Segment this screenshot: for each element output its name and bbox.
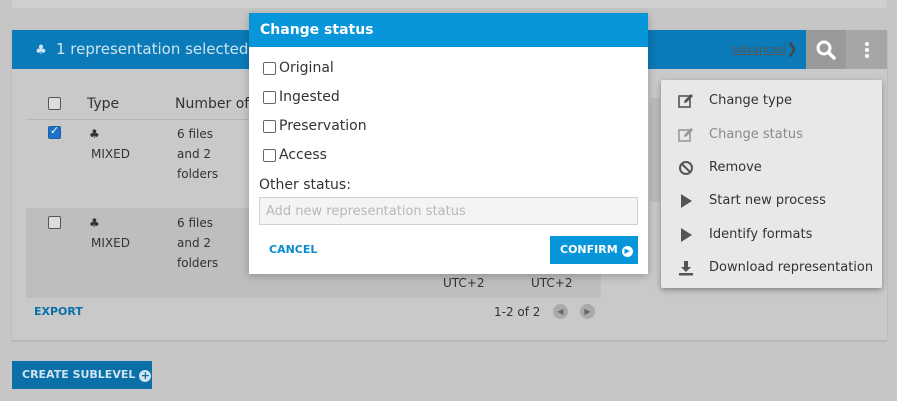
download-icon xyxy=(678,260,694,276)
row-2-files-line-2: and 2 xyxy=(177,236,212,250)
status-option-ingested[interactable]: Ingested xyxy=(263,88,340,106)
plus-circle-icon: + xyxy=(139,369,152,382)
chevron-down-icon[interactable]: ❯ xyxy=(782,30,802,69)
confirm-button[interactable]: CONFIRM ▶ xyxy=(550,236,638,264)
actions-menu: Change type Change status Remove Start n… xyxy=(661,80,882,288)
menu-item-change-status[interactable]: Change status xyxy=(661,118,882,151)
status-checkbox[interactable] xyxy=(263,61,276,75)
more-actions-button[interactable] xyxy=(846,30,887,69)
create-sublevel-button[interactable]: CREATE SUBLEVEL + xyxy=(12,361,152,389)
status-checkbox[interactable] xyxy=(263,148,276,162)
previous-page-button[interactable]: ◀ xyxy=(553,304,568,319)
play-icon xyxy=(678,227,694,243)
status-checkbox[interactable] xyxy=(263,119,276,133)
row-1-type: MIXED xyxy=(91,147,130,161)
row-2-type: MIXED xyxy=(91,236,130,250)
row-2-utc-created: UTC+2 xyxy=(443,276,485,290)
column-header-type[interactable]: Type xyxy=(87,96,119,112)
row-1-files-line-1: 6 files xyxy=(177,127,213,141)
search-icon xyxy=(816,40,836,60)
row-1-checkbox[interactable] xyxy=(48,124,61,139)
menu-item-label: Change type xyxy=(709,93,792,108)
vertical-dots-icon xyxy=(864,41,869,58)
change-status-dialog: Change status Original Ingested Preserva… xyxy=(249,13,648,274)
status-option-original[interactable]: Original xyxy=(263,59,334,77)
row-1-files-line-2: and 2 xyxy=(177,147,212,161)
row-2-utc-updated: UTC+2 xyxy=(531,276,573,290)
play-icon xyxy=(678,193,694,209)
mixed-type-icon: ♣ xyxy=(89,216,100,230)
edit-icon xyxy=(678,93,694,109)
menu-item-download-representation[interactable]: Download representation xyxy=(661,251,882,284)
status-option-label: Original xyxy=(279,60,334,76)
status-option-label: Access xyxy=(279,147,327,163)
menu-item-start-new-process[interactable]: Start new process xyxy=(661,184,882,217)
status-option-label: Preservation xyxy=(279,118,367,134)
menu-item-label: Identify formats xyxy=(709,227,813,242)
menu-item-label: Download representation xyxy=(709,260,874,275)
menu-item-label: Start new process xyxy=(709,193,826,208)
menu-item-identify-formats[interactable]: Identify formats xyxy=(661,218,882,251)
select-all-checkbox[interactable] xyxy=(48,97,61,110)
menu-item-label: Remove xyxy=(709,160,762,175)
other-status-label: Other status: xyxy=(259,177,351,193)
row-2-files-line-1: 6 files xyxy=(177,216,213,230)
representations-icon: ♣ xyxy=(35,43,47,58)
status-option-preservation[interactable]: Preservation xyxy=(263,117,367,135)
selection-title: ♣ 1 representation selected xyxy=(32,30,248,69)
menu-item-change-type[interactable]: Change type xyxy=(661,84,882,117)
dialog-title: Change status xyxy=(249,13,648,47)
row-1-files-line-3: folders xyxy=(177,167,219,181)
status-option-access[interactable]: Access xyxy=(263,146,327,164)
search-button[interactable] xyxy=(806,30,846,69)
ban-icon xyxy=(678,160,694,176)
column-header-number-of[interactable]: Number of xyxy=(175,96,249,112)
advanced-search-link[interactable]: advanced xyxy=(732,30,786,69)
next-page-button[interactable]: ▶ xyxy=(580,304,595,319)
mixed-type-icon: ♣ xyxy=(89,127,100,141)
pagination-text: 1-2 of 2 xyxy=(494,305,541,319)
previous-card xyxy=(12,0,887,8)
row-2-checkbox[interactable] xyxy=(48,216,61,229)
other-status-input[interactable] xyxy=(259,197,638,225)
edit-icon xyxy=(678,127,694,143)
arrow-right-circle-icon: ▶ xyxy=(621,246,633,257)
menu-item-label: Change status xyxy=(709,127,803,142)
create-sublevel-label: CREATE SUBLEVEL xyxy=(22,368,136,381)
status-option-label: Ingested xyxy=(279,89,340,105)
export-link[interactable]: EXPORT xyxy=(34,305,83,318)
status-checkbox[interactable] xyxy=(263,90,276,104)
selection-title-text: 1 representation selected xyxy=(56,40,249,58)
cancel-button[interactable]: CANCEL xyxy=(269,243,317,256)
confirm-label: CONFIRM xyxy=(560,243,618,256)
hidden-column-fragment xyxy=(650,98,660,202)
menu-item-remove[interactable]: Remove xyxy=(661,151,882,184)
row-2-files-line-3: folders xyxy=(177,256,219,270)
